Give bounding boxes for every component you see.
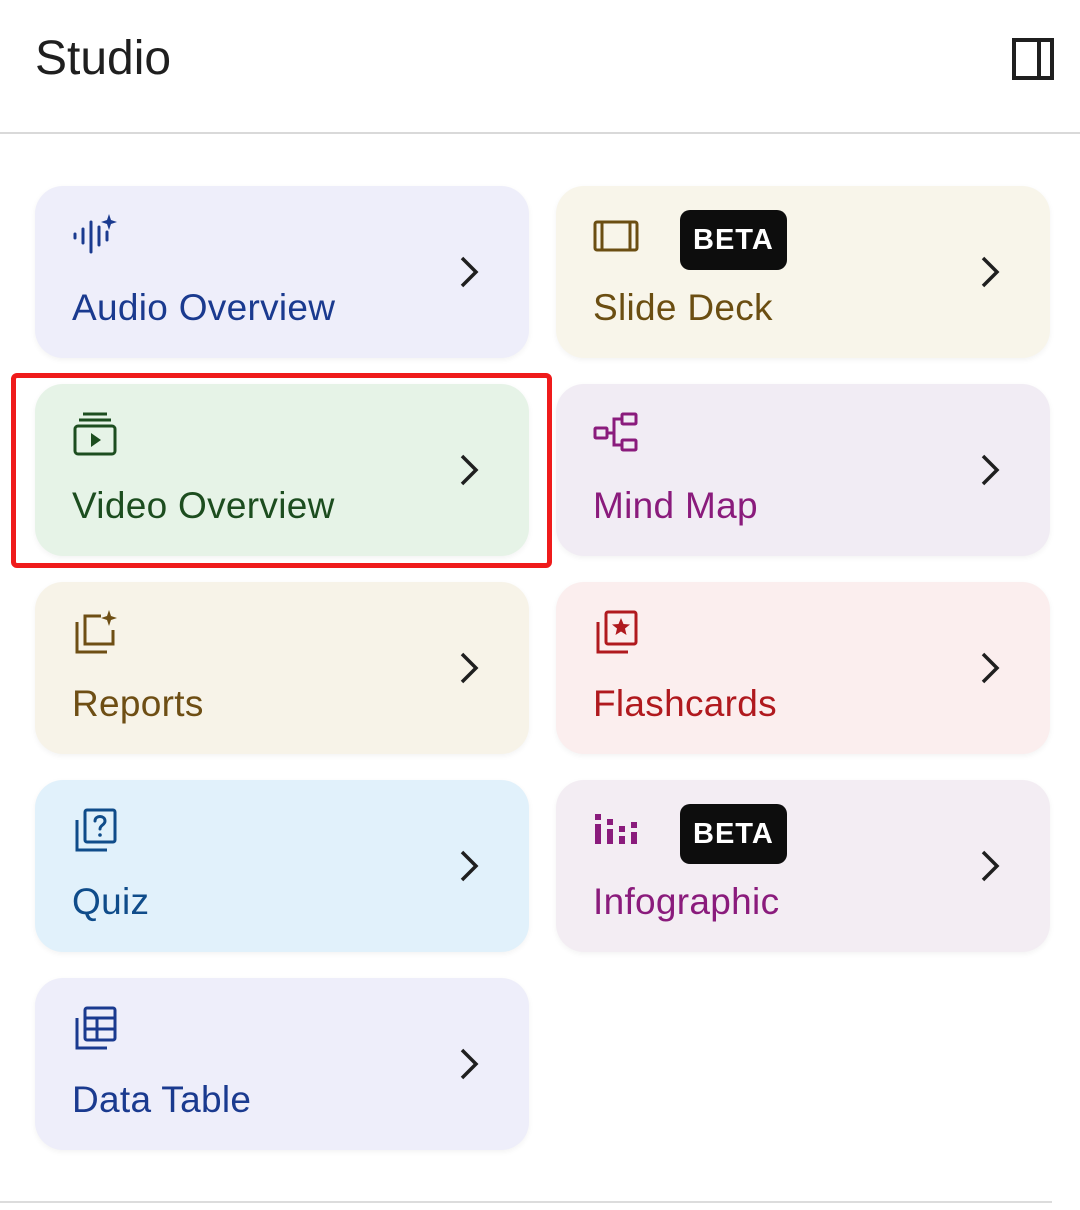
chevron-right-icon — [449, 644, 489, 692]
card-label: Quiz — [72, 881, 150, 922]
card-label: Video Overview — [72, 485, 335, 526]
flashcards-icon — [592, 608, 640, 656]
infographic-icon — [592, 806, 640, 854]
card-label: Infographic — [593, 881, 780, 922]
chevron-right-icon — [449, 248, 489, 296]
bottom-divider — [0, 1201, 1052, 1203]
quiz-card[interactable]: Quiz — [35, 780, 529, 952]
chevron-right-icon — [970, 248, 1010, 296]
chevron-right-icon — [449, 842, 489, 890]
video-stack-icon — [71, 410, 119, 458]
card-label: Reports — [72, 683, 204, 724]
beta-badge: BETA — [680, 210, 787, 270]
slide-icon — [592, 212, 640, 260]
card-label: Slide Deck — [593, 287, 773, 328]
quiz-icon — [71, 806, 119, 854]
reports-sparkle-icon — [71, 608, 119, 656]
beta-badge: BETA — [680, 804, 787, 864]
audio-sparkle-icon — [71, 212, 119, 260]
chevron-right-icon — [970, 842, 1010, 890]
chevron-right-icon — [970, 446, 1010, 494]
mind-map-card[interactable]: Mind Map — [556, 384, 1050, 556]
chevron-right-icon — [970, 644, 1010, 692]
data-table-card[interactable]: Data Table — [35, 978, 529, 1150]
infographic-card[interactable]: BETA Infographic — [556, 780, 1050, 952]
video-overview-card[interactable]: Video Overview — [35, 384, 529, 556]
side-panel-icon — [1012, 38, 1054, 80]
card-label: Flashcards — [593, 683, 777, 724]
chevron-right-icon — [449, 1040, 489, 1088]
data-table-icon — [71, 1004, 119, 1052]
card-label: Audio Overview — [72, 287, 336, 328]
flashcards-card[interactable]: Flashcards — [556, 582, 1050, 754]
card-label: Data Table — [72, 1079, 252, 1120]
page-title: Studio — [35, 32, 172, 85]
audio-overview-card[interactable]: Audio Overview — [35, 186, 529, 358]
mind-map-icon — [592, 410, 640, 458]
studio-header: Studio — [0, 0, 1080, 134]
chevron-right-icon — [449, 446, 489, 494]
card-label: Mind Map — [593, 485, 758, 526]
side-panel-toggle-button[interactable] — [1006, 32, 1060, 86]
reports-card[interactable]: Reports — [35, 582, 529, 754]
slide-deck-card[interactable]: BETA Slide Deck — [556, 186, 1050, 358]
